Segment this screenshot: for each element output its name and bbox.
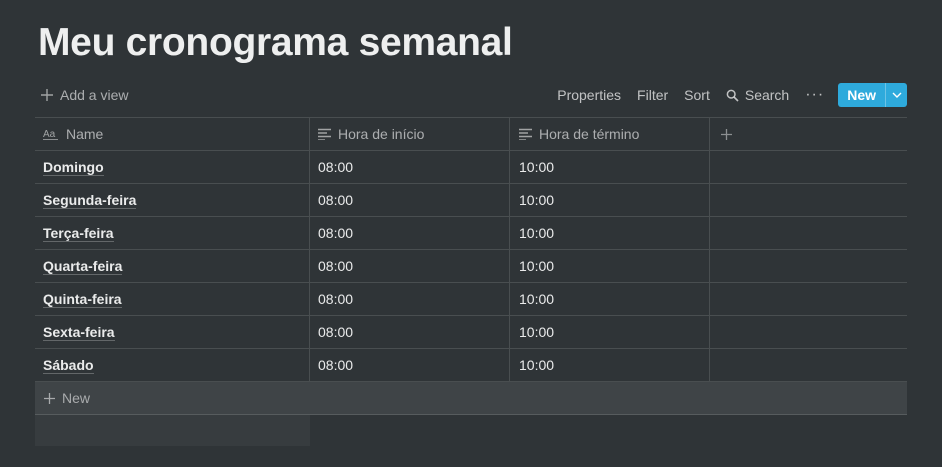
row-title[interactable]: Segunda-feira (43, 192, 137, 209)
database-page: Meu cronograma semanal Add a view Proper… (0, 0, 942, 467)
column-header-label: Hora de início (338, 126, 425, 142)
svg-text:Aa: Aa (43, 129, 56, 140)
new-button[interactable]: New (838, 83, 885, 107)
database-table: Aa Name Hora de início Hora de término D… (35, 117, 907, 446)
add-row-button[interactable]: New (35, 382, 907, 415)
name-cell[interactable]: Sábado (35, 349, 310, 381)
table-row[interactable]: Sábado 08:00 10:00 (35, 349, 907, 382)
search-label: Search (744, 87, 790, 103)
search-icon (726, 89, 739, 102)
empty-cell (710, 217, 907, 249)
text-property-icon (519, 128, 532, 140)
name-cell[interactable]: Terça-feira (35, 217, 310, 249)
end-time-cell[interactable]: 10:00 (510, 250, 710, 282)
start-time-cell[interactable]: 08:00 (310, 316, 510, 348)
table-row[interactable]: Segunda-feira 08:00 10:00 (35, 184, 907, 217)
name-cell[interactable]: Segunda-feira (35, 184, 310, 216)
row-title[interactable]: Quinta-feira (43, 291, 122, 308)
plus-icon (43, 392, 56, 405)
empty-cell (710, 349, 907, 381)
sort-button[interactable]: Sort (676, 83, 718, 107)
column-header-start[interactable]: Hora de início (310, 118, 510, 150)
calculation-row[interactable] (35, 415, 310, 446)
table-row[interactable]: Terça-feira 08:00 10:00 (35, 217, 907, 250)
start-time-cell[interactable]: 08:00 (310, 151, 510, 183)
row-title[interactable]: Sexta-feira (43, 324, 115, 341)
empty-cell (710, 184, 907, 216)
table-row[interactable]: Domingo 08:00 10:00 (35, 151, 907, 184)
start-time-cell[interactable]: 08:00 (310, 283, 510, 315)
filter-button[interactable]: Filter (629, 83, 676, 107)
column-header-name[interactable]: Aa Name (35, 118, 310, 150)
table-header-row: Aa Name Hora de início Hora de término (35, 118, 907, 151)
add-view-button[interactable]: Add a view (40, 84, 128, 106)
start-time-cell[interactable]: 08:00 (310, 349, 510, 381)
end-time-cell[interactable]: 10:00 (510, 151, 710, 183)
end-time-cell[interactable]: 10:00 (510, 349, 710, 381)
column-header-label: Hora de término (539, 126, 640, 142)
add-property-button[interactable] (710, 118, 907, 150)
empty-cell (710, 283, 907, 315)
end-time-cell[interactable]: 10:00 (510, 283, 710, 315)
title-property-icon: Aa (43, 128, 59, 140)
add-row-label: New (62, 390, 91, 406)
row-title[interactable]: Quarta-feira (43, 258, 123, 275)
new-button-group: New (838, 83, 907, 107)
table-row[interactable]: Quarta-feira 08:00 10:00 (35, 250, 907, 283)
name-cell[interactable]: Domingo (35, 151, 310, 183)
properties-button[interactable]: Properties (549, 83, 629, 107)
empty-cell (710, 250, 907, 282)
plus-icon (40, 88, 54, 102)
end-time-cell[interactable]: 10:00 (510, 217, 710, 249)
start-time-cell[interactable]: 08:00 (310, 184, 510, 216)
column-header-label: Name (66, 126, 104, 142)
name-cell[interactable]: Sexta-feira (35, 316, 310, 348)
start-time-cell[interactable]: 08:00 (310, 217, 510, 249)
table-row[interactable]: Sexta-feira 08:00 10:00 (35, 316, 907, 349)
name-cell[interactable]: Quinta-feira (35, 283, 310, 315)
row-title[interactable]: Sábado (43, 357, 94, 374)
name-cell[interactable]: Quarta-feira (35, 250, 310, 282)
end-time-cell[interactable]: 10:00 (510, 316, 710, 348)
view-toolbar: Properties Filter Sort Search ··· New (549, 83, 907, 107)
more-options-icon[interactable]: ··· (797, 83, 832, 107)
text-property-icon (318, 128, 331, 140)
start-time-cell[interactable]: 08:00 (310, 250, 510, 282)
empty-cell (710, 316, 907, 348)
plus-icon (720, 128, 733, 141)
table-row[interactable]: Quinta-feira 08:00 10:00 (35, 283, 907, 316)
row-title[interactable]: Terça-feira (43, 225, 114, 242)
empty-cell (710, 151, 907, 183)
row-title[interactable]: Domingo (43, 159, 104, 176)
add-view-label: Add a view (60, 87, 129, 103)
chevron-down-icon (892, 92, 902, 98)
end-time-cell[interactable]: 10:00 (510, 184, 710, 216)
new-dropdown-button[interactable] (885, 83, 907, 107)
search-button[interactable]: Search (718, 83, 797, 107)
page-title[interactable]: Meu cronograma semanal (38, 19, 513, 67)
column-header-end[interactable]: Hora de término (510, 118, 710, 150)
